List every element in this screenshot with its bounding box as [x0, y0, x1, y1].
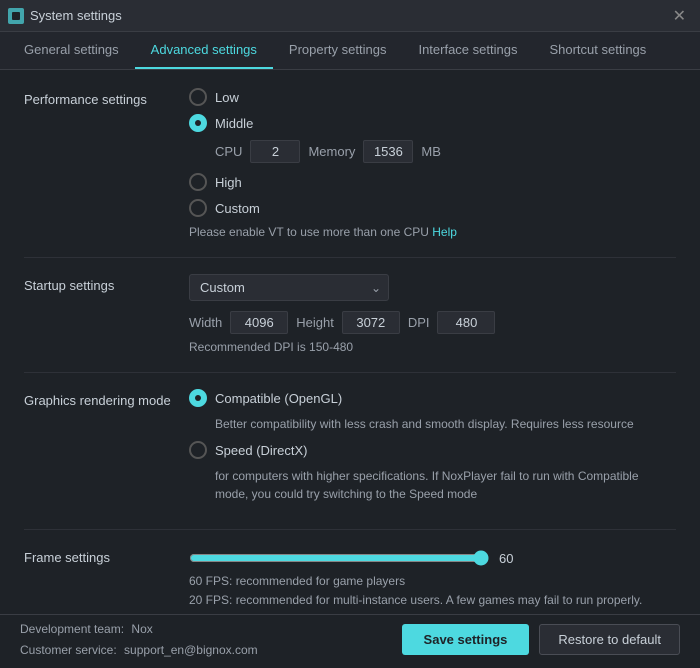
- slider-row: 60: [189, 550, 676, 566]
- cpu-label: CPU: [215, 144, 242, 159]
- support-label: Customer service:: [20, 643, 117, 657]
- frame-label: Frame settings: [24, 546, 189, 610]
- radio-row-low: Low: [189, 88, 676, 106]
- radio-middle[interactable]: [189, 114, 207, 132]
- footer-support-row: Customer service: support_en@bignox.com: [20, 640, 258, 660]
- graphics-label: Graphics rendering mode: [24, 389, 189, 511]
- width-input[interactable]: [230, 311, 288, 334]
- fps-notes: 60 FPS: recommended for game players 20 …: [189, 572, 676, 610]
- radio-opengl-label: Compatible (OpenGL): [215, 391, 342, 406]
- vt-help-link[interactable]: Help: [432, 225, 457, 239]
- divider-2: [24, 372, 676, 373]
- memory-input[interactable]: [363, 140, 413, 163]
- memory-label: Memory: [308, 144, 355, 159]
- startup-label: Startup settings: [24, 274, 189, 354]
- startup-dropdown[interactable]: Custom Default Fullscreen Window: [189, 274, 389, 301]
- startup-section: Startup settings Custom Default Fullscre…: [24, 274, 676, 354]
- performance-body: Low Middle CPU Memory MB High Custom: [189, 88, 676, 239]
- radio-custom[interactable]: [189, 199, 207, 217]
- dev-value: Nox: [131, 622, 152, 636]
- memory-unit: MB: [421, 144, 441, 159]
- content-area: Performance settings Low Middle CPU Memo…: [0, 70, 700, 614]
- radio-low[interactable]: [189, 88, 207, 106]
- dpi-label: DPI: [408, 315, 430, 330]
- radio-row-custom: Custom: [189, 199, 676, 217]
- radio-row-high: High: [189, 173, 676, 191]
- height-input[interactable]: [342, 311, 400, 334]
- footer-dev-row: Development team: Nox: [20, 619, 258, 639]
- radio-row-middle: Middle: [189, 114, 676, 132]
- startup-select-wrapper: Custom Default Fullscreen Window ⌄: [189, 274, 389, 301]
- frame-slider[interactable]: [189, 550, 489, 566]
- cpu-memory-row: CPU Memory MB: [215, 140, 676, 163]
- dimension-row: Width Height DPI: [189, 311, 676, 334]
- window-title: System settings: [30, 8, 122, 23]
- footer-info: Development team: Nox Customer service: …: [20, 619, 258, 660]
- dpi-recommend: Recommended DPI is 150-480: [189, 340, 676, 354]
- save-button[interactable]: Save settings: [402, 624, 530, 655]
- radio-custom-label: Custom: [215, 201, 260, 216]
- graphics-body: Compatible (OpenGL) Better compatibility…: [189, 389, 676, 511]
- tab-interface[interactable]: Interface settings: [402, 32, 533, 69]
- radio-low-label: Low: [215, 90, 239, 105]
- radio-row-directx: Speed (DirectX): [189, 441, 676, 459]
- width-label: Width: [189, 315, 222, 330]
- performance-label: Performance settings: [24, 88, 189, 239]
- radio-directx-label: Speed (DirectX): [215, 443, 307, 458]
- restore-button[interactable]: Restore to default: [539, 624, 680, 655]
- radio-high[interactable]: [189, 173, 207, 191]
- performance-section: Performance settings Low Middle CPU Memo…: [24, 88, 676, 239]
- frame-body: 60 60 FPS: recommended for game players …: [189, 546, 676, 610]
- fps-note-2: 20 FPS: recommended for multi-instance u…: [189, 591, 676, 610]
- divider-1: [24, 257, 676, 258]
- startup-body: Custom Default Fullscreen Window ⌄ Width…: [189, 274, 676, 354]
- dev-label: Development team:: [20, 622, 124, 636]
- tab-property[interactable]: Property settings: [273, 32, 403, 69]
- cpu-input[interactable]: [250, 140, 300, 163]
- vt-hint: Please enable VT to use more than one CP…: [189, 225, 676, 239]
- divider-3: [24, 529, 676, 530]
- close-button[interactable]: ✕: [667, 4, 692, 28]
- title-bar: System settings ✕: [0, 0, 700, 32]
- opengl-desc: Better compatibility with less crash and…: [215, 415, 645, 433]
- radio-row-opengl: Compatible (OpenGL): [189, 389, 676, 407]
- tab-advanced[interactable]: Advanced settings: [135, 32, 273, 69]
- radio-opengl[interactable]: [189, 389, 207, 407]
- fps-note-1: 60 FPS: recommended for game players: [189, 572, 676, 591]
- tab-shortcut[interactable]: Shortcut settings: [533, 32, 662, 69]
- radio-directx[interactable]: [189, 441, 207, 459]
- app-icon: [8, 8, 24, 24]
- radio-middle-label: Middle: [215, 116, 253, 131]
- footer-buttons: Save settings Restore to default: [402, 624, 680, 655]
- directx-desc: for computers with higher specifications…: [215, 467, 645, 503]
- support-value: support_en@bignox.com: [124, 643, 258, 657]
- graphics-section: Graphics rendering mode Compatible (Open…: [24, 389, 676, 511]
- height-label: Height: [296, 315, 334, 330]
- frame-section: Frame settings 60 60 FPS: recommended fo…: [24, 546, 676, 610]
- footer: Development team: Nox Customer service: …: [0, 614, 700, 664]
- frame-slider-value: 60: [499, 551, 523, 566]
- dpi-input[interactable]: [437, 311, 495, 334]
- tab-general[interactable]: General settings: [8, 32, 135, 69]
- radio-high-label: High: [215, 175, 242, 190]
- tab-bar: General settings Advanced settings Prope…: [0, 32, 700, 70]
